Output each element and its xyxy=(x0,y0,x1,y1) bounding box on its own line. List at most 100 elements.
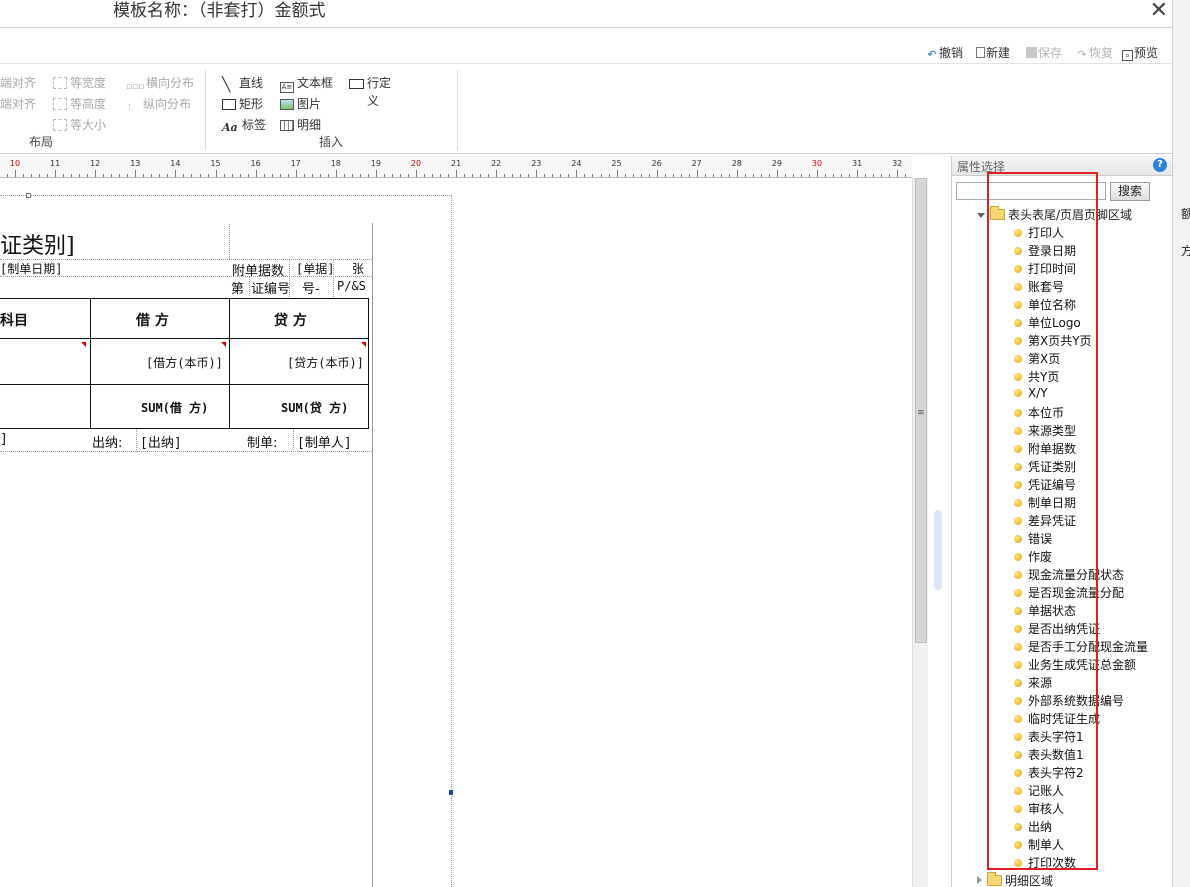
expand-icon[interactable] xyxy=(977,213,985,218)
preview-label: 预览 xyxy=(1134,46,1159,60)
tree-leaf-item[interactable]: 表头字符1 xyxy=(1014,728,1084,745)
field-marker xyxy=(81,342,86,347)
cashier-value[interactable]: [出纳] xyxy=(140,432,182,451)
tree-leaf-item[interactable]: 作废 xyxy=(1014,548,1052,565)
help-icon[interactable]: ? xyxy=(1153,158,1167,172)
v-distribute-label: 纵向分布 xyxy=(143,97,192,111)
tree-leaf-item[interactable]: 差异凭证 xyxy=(1014,512,1076,529)
design-canvas[interactable]: 证类别] [制单日期] 附单据数 [单据] 张 第 证编号 号- P/&S 科目… xyxy=(0,178,912,887)
col-credit-header[interactable]: 贷 方 xyxy=(274,310,307,330)
insert-detail-button[interactable]: 明细 xyxy=(280,116,321,133)
tree-leaf-item[interactable]: 附单据数 xyxy=(1014,440,1076,457)
maker-label[interactable]: 制单: xyxy=(247,432,277,451)
attach-unit[interactable]: 张 xyxy=(352,260,364,277)
resize-handle[interactable] xyxy=(449,790,453,795)
tree-leaf-item[interactable]: 账套号 xyxy=(1014,278,1064,295)
tree-leaf-item[interactable]: 临时凭证生成 xyxy=(1014,710,1100,727)
tree-leaf-item[interactable]: 制单人 xyxy=(1014,836,1064,853)
tree-leaf-item[interactable]: 打印时间 xyxy=(1014,260,1076,277)
tree-leaf-item[interactable]: 来源 xyxy=(1014,674,1052,691)
tree-leaf-item[interactable]: 打印人 xyxy=(1014,224,1064,241)
insert-line-button[interactable]: ╲ 直线 xyxy=(222,74,263,92)
preview-button[interactable]: ⌕ 预览 xyxy=(1122,44,1158,61)
undo-button[interactable]: ↶ 撤销 xyxy=(926,44,963,61)
v-distribute-button[interactable]: ⁝ 纵向分布 xyxy=(128,95,191,115)
h-distribute-button[interactable]: ▫▫▫ 横向分布 xyxy=(126,74,194,94)
cashier-label[interactable]: 出纳: xyxy=(92,432,122,451)
align-button-1[interactable]: 端对齐 xyxy=(0,74,36,91)
date-field[interactable]: [制单日期] xyxy=(0,260,62,277)
selection-handle[interactable] xyxy=(26,193,31,198)
insert-label-button[interactable]: Aa 标签 xyxy=(222,116,266,134)
maker-value[interactable]: [制单人] xyxy=(297,432,352,451)
canvas-scrollbar[interactable]: ≡ xyxy=(912,178,928,887)
sum-credit[interactable]: SUM(贷 方) xyxy=(281,399,348,416)
attach-value[interactable]: [单据] xyxy=(296,260,334,277)
col-debit-header[interactable]: 借 方 xyxy=(136,310,169,330)
tree-leaf-item[interactable]: 第X页共Y页 xyxy=(1014,332,1092,349)
save-button[interactable]: 保存 xyxy=(1026,44,1062,61)
insert-image-button[interactable]: 图片 xyxy=(280,95,321,112)
table-border-right xyxy=(368,298,369,429)
tree-leaf-item[interactable]: 外部系统数据编号 xyxy=(1014,692,1124,709)
tree-leaf-item[interactable]: 单位Logo xyxy=(1014,314,1081,331)
tree-leaf-item[interactable]: 是否手工分配现金流量 xyxy=(1014,638,1148,655)
ruler-label: 13 xyxy=(130,159,141,168)
tree-leaf-item[interactable]: 业务生成凭证总金额 xyxy=(1014,656,1136,673)
tree-leaf-item[interactable]: 记账人 xyxy=(1014,782,1064,799)
redo-button[interactable]: ↷ 恢复 xyxy=(1076,44,1113,61)
tree-leaf-item[interactable]: 是否现金流量分配 xyxy=(1014,584,1124,601)
tree-node-header-footer[interactable]: 表头表尾/页眉页脚区域 xyxy=(977,206,1132,223)
col-subject-header[interactable]: 科目 xyxy=(0,310,28,330)
tree-leaf-item[interactable]: 出纳 xyxy=(1014,818,1052,835)
equal-size-button[interactable]: 等大小 xyxy=(53,116,106,133)
expand-icon[interactable] xyxy=(977,876,982,884)
tree-leaf-item[interactable]: 凭证类别 xyxy=(1014,458,1076,475)
voucher-title[interactable]: 证类别] xyxy=(0,228,75,260)
insert-textbox-button[interactable]: A≡ 文本框 xyxy=(280,74,333,93)
footer-left[interactable]: ] xyxy=(0,432,8,447)
search-input[interactable] xyxy=(956,182,1106,200)
tree-leaf-item[interactable]: 表头字符2 xyxy=(1014,764,1084,781)
no-suffix[interactable]: 号- xyxy=(302,278,320,297)
panel-splitter[interactable] xyxy=(934,510,942,590)
tree-leaf-item[interactable]: 共Y页 xyxy=(1014,368,1059,385)
debit-field[interactable]: [借方(本币)] xyxy=(146,354,223,371)
insert-rect-button[interactable]: 矩形 xyxy=(222,95,263,112)
equal-height-button[interactable]: 等高度 xyxy=(53,95,106,112)
ribbon: 端对齐 端对齐 等宽度 等高度 等大小 ▫▫▫ 横向分布 ⁝ 纵向分布 布局 ╲ 直线… xyxy=(0,66,1172,154)
tree-leaf-label: 记账人 xyxy=(1028,784,1065,798)
tree-leaf-item[interactable]: 现金流量分配状态 xyxy=(1014,566,1124,583)
ruler-tick xyxy=(151,174,153,177)
tree-leaf-item[interactable]: 打印次数 xyxy=(1014,854,1076,871)
tree-leaf-item[interactable]: X/Y xyxy=(1014,386,1048,400)
tree-leaf-item[interactable]: 审核人 xyxy=(1014,800,1064,817)
tree-leaf-item[interactable]: 登录日期 xyxy=(1014,242,1076,259)
equal-width-button[interactable]: 等宽度 xyxy=(53,74,106,91)
tree-leaf-item[interactable]: 制单日期 xyxy=(1014,494,1076,511)
close-icon[interactable]: ✕ xyxy=(1150,0,1168,22)
equal-height-label: 等高度 xyxy=(70,97,107,111)
no-label[interactable]: 第 xyxy=(231,278,244,297)
ruler-tick xyxy=(608,174,610,177)
sum-debit[interactable]: SUM(借 方) xyxy=(141,399,208,416)
tree-leaf-item[interactable]: 单据状态 xyxy=(1014,602,1076,619)
insert-custom-row-button[interactable]: 行定 xyxy=(349,74,391,91)
ruler-label: 17 xyxy=(290,159,301,168)
new-button[interactable]: 新建 xyxy=(976,44,1010,61)
tree-leaf-item[interactable]: 本位币 xyxy=(1014,404,1064,421)
tree-leaf-item[interactable]: 是否出纳凭证 xyxy=(1014,620,1100,637)
search-button[interactable]: 搜索 xyxy=(1110,182,1150,201)
page-expr[interactable]: P/&S xyxy=(337,279,366,293)
tree-leaf-item[interactable]: 表头数值1 xyxy=(1014,746,1084,763)
no-value[interactable]: 证编号 xyxy=(251,278,290,297)
tree-leaf-item[interactable]: 单位名称 xyxy=(1014,296,1076,313)
ruler-tick xyxy=(768,174,770,177)
tree-leaf-item[interactable]: 第X页 xyxy=(1014,350,1060,367)
tree-leaf-item[interactable]: 错误 xyxy=(1014,530,1052,547)
align-button-2[interactable]: 端对齐 xyxy=(0,95,36,112)
tree-leaf-item[interactable]: 来源类型 xyxy=(1014,422,1076,439)
tree-leaf-item[interactable]: 凭证编号 xyxy=(1014,476,1076,493)
tree-node-detail[interactable]: 明细区域 xyxy=(977,872,1053,887)
credit-field[interactable]: [贷方(本币)] xyxy=(287,354,364,371)
